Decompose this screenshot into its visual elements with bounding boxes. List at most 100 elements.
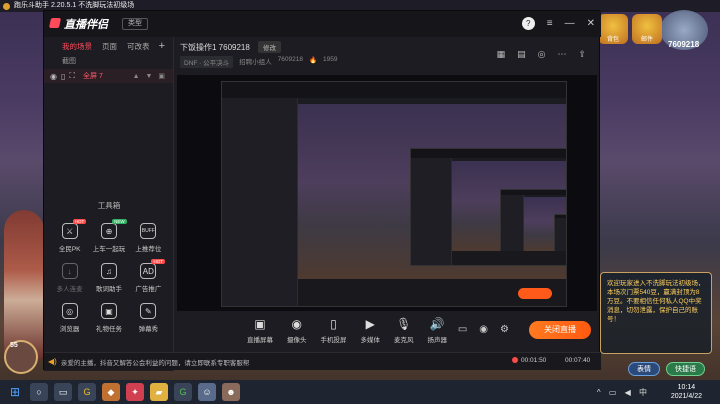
rec-dot-icon	[512, 357, 518, 363]
player-level: 55	[10, 342, 18, 349]
tool-item[interactable]: AD HOT 广告推广	[129, 259, 168, 293]
app-icon[interactable]: ✦	[126, 383, 144, 401]
tool-item[interactable]: ▣ 礼物任务	[89, 303, 128, 333]
grid-icon[interactable]: ▤	[517, 49, 526, 60]
tab-scenes[interactable]: 我的场景	[62, 41, 92, 52]
game-app-icon[interactable]: ◆	[102, 383, 120, 401]
app-logo: 直播伴侣	[52, 16, 120, 32]
tool-icon: ♫	[100, 263, 117, 279]
source-item[interactable]: ◉ ▯ ⛶ 全屏 7 ▲ ▼ ▣	[44, 69, 173, 83]
control-icon: 🎙	[396, 317, 412, 331]
search-icon[interactable]: ○	[30, 383, 48, 401]
add-scene-icon[interactable]: +	[159, 40, 165, 52]
nested-preview	[221, 81, 567, 307]
tool-icon: ▣	[100, 303, 117, 319]
viewer-count: 7609218	[277, 56, 303, 63]
speaker-icon: ◀)	[48, 357, 57, 366]
mail-icon[interactable]: 邮件	[632, 14, 662, 44]
source-tools[interactable]: ▲ ▼ ▣	[133, 72, 167, 80]
stream-title: 下饭操作1 7609218	[180, 43, 250, 52]
category-tag[interactable]: DNF · 公平决斗	[180, 56, 234, 68]
control-icon: 🔊	[429, 317, 445, 331]
tool-item[interactable]: ♫ 歌词助手	[89, 263, 128, 293]
chrome-icon[interactable]: G	[174, 383, 192, 401]
control-button[interactable]: ▶ 多媒体	[361, 317, 381, 344]
tool-icon: ⊕	[100, 223, 117, 239]
control-button[interactable]: 🎙 麦克风	[394, 317, 414, 344]
control-label: 手机投屏	[320, 337, 347, 344]
game-character	[4, 210, 44, 360]
nested-preview	[499, 188, 566, 261]
likes-count: 1959	[323, 56, 338, 63]
tab-pages[interactable]: 页面	[102, 41, 117, 52]
gear-icon[interactable]: ⚙	[500, 324, 509, 335]
stream-header: 下饭操作1 7609218 修改 DNF · 公平决斗 招聘小组人 760921…	[176, 39, 596, 75]
nested-preview	[409, 148, 566, 267]
backpack-icon[interactable]: 背包	[598, 14, 628, 44]
stream-preview[interactable]	[177, 75, 597, 311]
windows-start-icon[interactable]: ⊞	[6, 383, 24, 401]
control-button[interactable]: 🔊 扬声器	[428, 317, 448, 344]
tool-badge: NEW	[112, 219, 127, 224]
tool-badge: HOT	[72, 219, 87, 224]
tool-icon: ↓	[61, 263, 78, 279]
tool-item[interactable]: BUFF 上推荐位	[129, 223, 168, 253]
close-live-button[interactable]: 关闭直播	[529, 321, 591, 339]
eye-small-icon[interactable]: ◉	[479, 324, 488, 335]
game-title: 跑乐斗助手 2.20.5.1 不洗脚玩法初级场	[14, 2, 135, 9]
explorer-icon[interactable]: ▰	[150, 383, 168, 401]
control-button[interactable]: ◉ 摄像头	[287, 317, 307, 344]
tool-label: 多人连麦	[56, 286, 83, 293]
type-button[interactable]: 类型	[122, 18, 148, 30]
tool-icon: BUFF	[140, 223, 157, 239]
share-icon[interactable]: ⇪	[578, 49, 586, 60]
settings-icon[interactable]: ≡	[547, 18, 553, 29]
clock[interactable]: 10:14 2021/4/22	[671, 383, 702, 401]
control-icon: ▶	[365, 317, 375, 331]
help-icon[interactable]: ?	[521, 17, 535, 30]
avatar2-icon[interactable]: ☻	[222, 383, 240, 401]
taskview-icon[interactable]: ▭	[54, 383, 72, 401]
taskbar: ⊞ ○ ▭ G ◆ ✦ ▰ G ☺ ☻ ^ ▭ ◀ 中 10:14 2021/4…	[0, 380, 720, 404]
control-icon: ▯	[330, 317, 337, 331]
close-icon[interactable]: ✕	[587, 18, 595, 29]
lock-icon[interactable]: ▯	[61, 72, 65, 81]
edit-title-button[interactable]: 修改	[258, 41, 281, 53]
control-icon: ◉	[291, 317, 302, 331]
layout-icon[interactable]: ▦	[497, 49, 506, 60]
quick-chat-button[interactable]: 快捷语	[666, 362, 705, 376]
avatar-icon[interactable]: ☺	[198, 383, 216, 401]
nested-preview	[554, 213, 566, 256]
live-companion-window: 直播伴侣 类型 ? ≡ — ✕ 我的场景 页面 可改表 + 截图 ◉ ▯ ⛶ 全…	[43, 10, 601, 371]
eye-icon[interactable]: ◉	[50, 72, 57, 81]
tool-label: 全民PK	[58, 246, 81, 253]
control-label: 摄像头	[287, 337, 307, 344]
scene-item[interactable]: 截图	[44, 55, 173, 69]
tool-label: 上车一起玩	[92, 246, 126, 253]
toolbox-title: 工具箱	[97, 201, 121, 210]
minimize-icon[interactable]: —	[565, 18, 575, 29]
system-tray[interactable]: ^ ▭ ◀ 中	[597, 387, 650, 398]
more-icon[interactable]: ⋯	[557, 49, 566, 60]
control-button[interactable]: ▯ 手机投屏	[321, 317, 347, 344]
control-label: 麦克风	[394, 337, 414, 344]
tool-item[interactable]: ✎ 弹幕秀	[129, 303, 168, 333]
notice-text[interactable]: 亲爱的主播，抖音又解答公会利益的问题，请立即联系专职客服帮	[61, 357, 250, 367]
tool-item[interactable]: ⚔ HOT 全民PK	[50, 219, 89, 253]
record-icon[interactable]: ◎	[538, 49, 546, 60]
tool-item[interactable]: ↓ 多人连麦	[50, 263, 89, 293]
tool-item[interactable]: ⊕ NEW 上车一起玩	[89, 219, 128, 253]
tool-icon: ✎	[140, 303, 157, 319]
control-button[interactable]: ▣ 直播屏幕	[247, 317, 273, 344]
tool-icon: AD	[140, 263, 157, 279]
elapsed-time: 00:01:50	[512, 357, 546, 364]
tool-label: 浏览器	[59, 326, 80, 333]
camera-small-icon[interactable]: ▭	[458, 324, 467, 335]
tool-badge: HOT	[151, 259, 165, 264]
tool-item[interactable]: ◎ 浏览器	[50, 303, 89, 333]
tab-editable[interactable]: 可改表	[127, 41, 150, 52]
app-header: 直播伴侣 类型 ? ≡ — ✕	[44, 11, 601, 37]
emoji-button[interactable]: 表情	[628, 362, 660, 376]
browser-icon[interactable]: G	[78, 383, 96, 401]
control-label: 扬声器	[427, 337, 448, 344]
